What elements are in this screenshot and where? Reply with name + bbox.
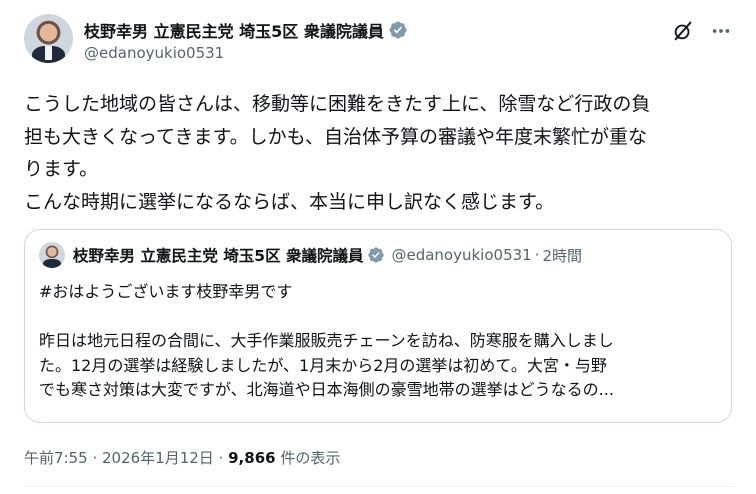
- meta-separator: ·: [87, 449, 102, 467]
- verified-badge-icon: [389, 21, 407, 39]
- quoted-line: 昨日は地元日程の合間に、大手作業服販売チェーンを訪ね、防寒服を購入しまし: [39, 331, 614, 350]
- quoted-post-time: 2時間: [542, 246, 583, 265]
- post-meta: 午前7:55 · 2026年1月12日 · 9,866 件の表示: [24, 447, 340, 468]
- post-line: 担も大きくなってきます。しかも、自治体予算の審議や年度末繁忙が重な: [24, 125, 648, 148]
- post-line: こんな時期に選挙になるならば、本当に申し訳なく感じます。: [24, 190, 555, 213]
- post-line: こうした地域の皆さんは、移動等に困難をきたす上に、除雪など行政の負: [24, 93, 651, 115]
- divider: [24, 486, 734, 487]
- quoted-hashtag: #おはようございます枝野幸男です: [39, 282, 293, 301]
- post-body: こうした地域の皆さんは、移動等に困難をきたす上に、除雪など行政の負 担も大きくな…: [24, 88, 734, 218]
- post-header: 枝野幸男 立憲民主党 埼玉5区 衆議院議員 @edanoyukio0531: [24, 14, 734, 70]
- post-line: ります。: [24, 158, 99, 180]
- dot-separator: ·: [534, 246, 540, 264]
- quoted-post-header: 枝野幸男 立憲民主党 埼玉5区 衆議院議員 @edanoyukio0531 · …: [39, 242, 582, 268]
- post-date[interactable]: 2026年1月12日: [102, 449, 214, 467]
- post-time[interactable]: 午前7:55: [24, 449, 88, 467]
- author-name-line: 枝野幸男 立憲民主党 埼玉5区 衆議院議員: [84, 18, 408, 42]
- meta-separator: ·: [213, 449, 229, 467]
- verified-badge-icon: [368, 247, 385, 263]
- views-count: 9,866: [228, 449, 276, 467]
- quoted-post[interactable]: 枝野幸男 立憲民主党 埼玉5区 衆議院議員 @edanoyukio0531 · …: [24, 229, 732, 423]
- views-label: 件の表示: [275, 449, 341, 467]
- quoted-line: でも寒さ対策は大変ですが、北海道や日本海側の豪雪地帯の選挙はどうなるの...: [39, 380, 614, 399]
- author-display-name[interactable]: 枝野幸男 立憲民主党 埼玉5区 衆議院議員: [84, 18, 384, 42]
- quoted-author-avatar: [39, 242, 65, 268]
- grok-icon[interactable]: [672, 20, 694, 42]
- more-icon[interactable]: [710, 20, 732, 42]
- quoted-author-handle: @edanoyukio0531: [391, 246, 532, 264]
- quoted-author-display-name: 枝野幸男 立憲民主党 埼玉5区 衆議院議員: [73, 247, 364, 265]
- author-avatar[interactable]: [24, 14, 73, 63]
- quoted-post-body: #おはようございます枝野幸男です 昨日は地元日程の合間に、大手作業服販売チェーン…: [39, 280, 719, 403]
- author-handle[interactable]: @edanoyukio0531: [84, 44, 224, 62]
- quoted-line: た。12月の選挙は経験しましたが、1月末から2月の選挙は初めて。大宮・与野: [39, 355, 607, 375]
